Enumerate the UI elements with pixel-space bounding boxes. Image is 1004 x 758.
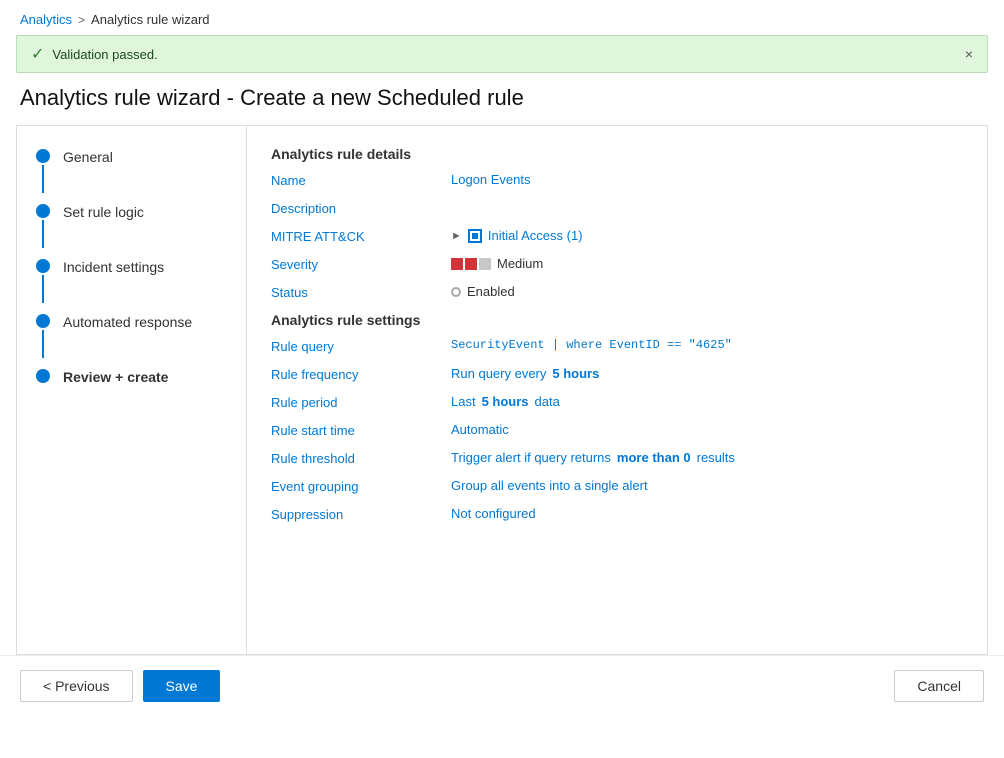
label-rule-query: Rule query (271, 338, 451, 354)
sev-block-2 (465, 258, 477, 270)
row-status: Status Enabled (271, 284, 963, 300)
breadcrumb-analytics[interactable]: Analytics (20, 12, 72, 27)
step-dot-review (36, 369, 50, 383)
step-label-rule-logic: Set rule logic (63, 201, 144, 223)
sidebar: General Set rule logic Incident settings (17, 126, 247, 654)
status-text: Enabled (467, 284, 515, 299)
sidebar-item-automated-response[interactable]: Automated response (33, 311, 230, 358)
validation-message: Validation passed. (52, 47, 157, 62)
value-mitre: ► Initial Access (1) (451, 228, 963, 243)
threshold-suffix: results (697, 450, 735, 465)
label-mitre: MITRE ATT&CK (271, 228, 451, 244)
row-suppression: Suppression Not configured (271, 506, 963, 522)
value-rule-period: Last 5 hours data (451, 394, 963, 409)
value-name: Logon Events (451, 172, 963, 187)
section-title-details: Analytics rule details (271, 146, 963, 162)
mitre-value: Initial Access (1) (488, 228, 583, 243)
page-title: Analytics rule wizard - Create a new Sch… (0, 81, 1004, 125)
row-rule-period: Rule period Last 5 hours data (271, 394, 963, 410)
breadcrumb-wizard: Analytics rule wizard (91, 12, 210, 27)
row-mitre: MITRE ATT&CK ► Initial Access (1) (271, 228, 963, 244)
value-status: Enabled (451, 284, 963, 299)
row-event-grouping: Event grouping Group all events into a s… (271, 478, 963, 494)
mitre-chevron-icon: ► (451, 230, 462, 242)
value-rule-query: SecurityEvent | where EventID == "4625" (451, 338, 963, 352)
sidebar-item-incident-settings[interactable]: Incident settings (33, 256, 230, 303)
value-event-grouping: Group all events into a single alert (451, 478, 963, 493)
value-rule-frequency: Run query every 5 hours (451, 366, 963, 381)
sidebar-item-review-create[interactable]: Review + create (33, 366, 230, 388)
previous-button[interactable]: < Previous (20, 670, 133, 702)
row-rule-frequency: Rule frequency Run query every 5 hours (271, 366, 963, 382)
value-rule-start-time: Automatic (451, 422, 963, 437)
sidebar-item-set-rule-logic[interactable]: Set rule logic (33, 201, 230, 248)
rule-frequency-prefix: Run query every (451, 366, 546, 381)
mitre-box-icon (468, 229, 482, 243)
step-dot-incident (36, 259, 50, 273)
label-rule-threshold: Rule threshold (271, 450, 451, 466)
status-dot-icon (451, 287, 461, 297)
footer-left-actions: < Previous Save (20, 670, 220, 702)
rule-period-prefix: Last (451, 394, 476, 409)
label-severity: Severity (271, 256, 451, 272)
threshold-prefix: Trigger alert if query returns (451, 450, 611, 465)
label-rule-start-time: Rule start time (271, 422, 451, 438)
footer: < Previous Save Cancel (0, 655, 1004, 716)
row-rule-threshold: Rule threshold Trigger alert if query re… (271, 450, 963, 466)
value-severity: Medium (451, 256, 963, 271)
row-severity: Severity Medium (271, 256, 963, 272)
close-icon[interactable]: × (965, 46, 973, 62)
row-description: Description (271, 200, 963, 216)
validation-banner: ✓ Validation passed. × (16, 35, 988, 73)
section-title-settings: Analytics rule settings (271, 312, 963, 328)
step-line-2 (42, 220, 44, 248)
row-rule-start-time: Rule start time Automatic (271, 422, 963, 438)
sev-block-1 (451, 258, 463, 270)
value-rule-threshold: Trigger alert if query returns more than… (451, 450, 963, 465)
breadcrumb: Analytics > Analytics rule wizard (0, 0, 1004, 35)
main-container: General Set rule logic Incident settings (16, 125, 988, 655)
label-rule-frequency: Rule frequency (271, 366, 451, 382)
check-circle-icon: ✓ (31, 44, 44, 64)
step-line-3 (42, 275, 44, 303)
sidebar-item-general[interactable]: General (33, 146, 230, 193)
step-dot-general (36, 149, 50, 163)
threshold-bold: more than 0 (617, 450, 691, 465)
step-connector-incident (33, 256, 53, 303)
breadcrumb-separator: > (78, 13, 85, 27)
label-description: Description (271, 200, 451, 216)
rule-period-bold: 5 hours (482, 394, 529, 409)
step-connector-review (33, 366, 53, 383)
row-name: Name Logon Events (271, 172, 963, 188)
label-rule-period: Rule period (271, 394, 451, 410)
step-connector-rule-logic (33, 201, 53, 248)
step-line-1 (42, 165, 44, 193)
step-connector-general (33, 146, 53, 193)
severity-indicator (451, 258, 491, 270)
step-dot-automated (36, 314, 50, 328)
rule-period-suffix: data (535, 394, 560, 409)
step-label-general: General (63, 146, 113, 168)
label-name: Name (271, 172, 451, 188)
content-panel: Analytics rule details Name Logon Events… (247, 126, 987, 654)
cancel-button[interactable]: Cancel (894, 670, 984, 702)
step-label-incident: Incident settings (63, 256, 164, 278)
label-status: Status (271, 284, 451, 300)
label-suppression: Suppression (271, 506, 451, 522)
row-rule-query: Rule query SecurityEvent | where EventID… (271, 338, 963, 354)
value-suppression: Not configured (451, 506, 963, 521)
step-label-automated: Automated response (63, 311, 192, 333)
rule-frequency-bold: 5 hours (552, 366, 599, 381)
step-dot-rule-logic (36, 204, 50, 218)
step-label-review: Review + create (63, 366, 168, 388)
label-event-grouping: Event grouping (271, 478, 451, 494)
step-line-4 (42, 330, 44, 358)
save-button[interactable]: Save (143, 670, 221, 702)
sev-block-3 (479, 258, 491, 270)
step-connector-automated (33, 311, 53, 358)
severity-text: Medium (497, 256, 543, 271)
